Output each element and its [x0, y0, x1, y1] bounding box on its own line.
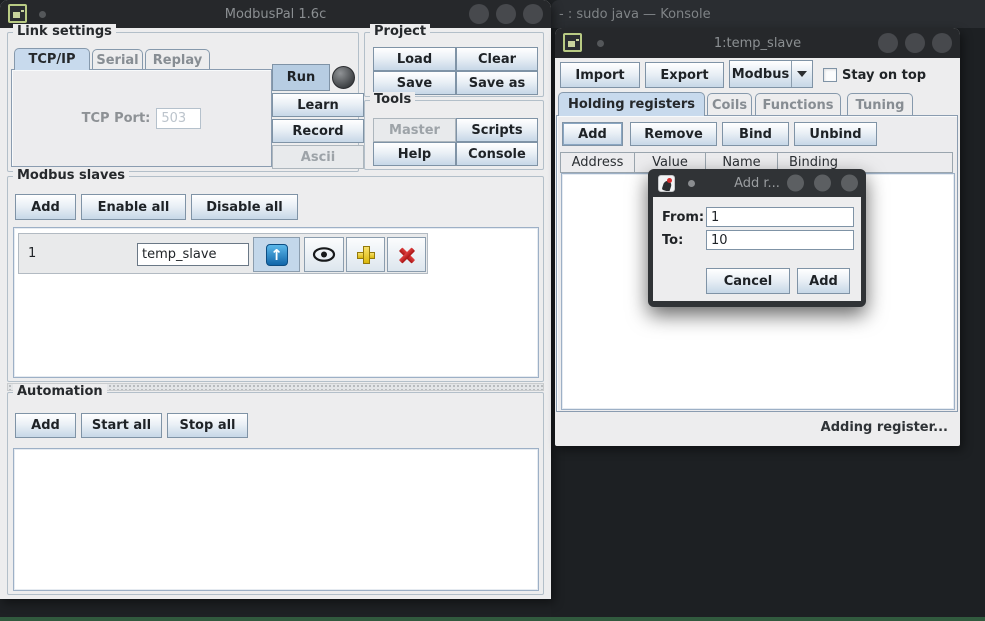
unbind-button[interactable]: Unbind [794, 122, 877, 146]
save-as-button[interactable]: Save as [456, 71, 538, 95]
automation-list [13, 448, 539, 591]
titlebar-dot-icon [39, 11, 46, 18]
col-address[interactable]: Address [560, 152, 635, 173]
konsole-title: - : sudo java — Konsole [559, 7, 711, 22]
maximize-button[interactable] [496, 4, 516, 24]
automation-group: Automation Add Start all Stop all [7, 392, 544, 595]
slave-window-title: 1:temp_slave [714, 36, 801, 51]
from-label: From: [662, 210, 704, 225]
dialog-minimize-button[interactable] [787, 175, 804, 192]
ascii-button: Ascii [272, 145, 364, 169]
to-label: To: [662, 233, 683, 248]
disable-all-button[interactable]: Disable all [191, 194, 298, 220]
modbus-mode-value: Modbus [730, 61, 791, 87]
from-field[interactable] [706, 207, 854, 227]
load-button[interactable]: Load [373, 47, 456, 71]
dropdown-arrow-icon [791, 61, 812, 87]
toggle-visibility-button[interactable] [304, 237, 344, 272]
konsole-titlebar[interactable]: - : sudo java — Konsole [551, 0, 985, 28]
stay-on-top-label: Stay on top [842, 68, 926, 83]
link-settings-title: Link settings [13, 24, 116, 40]
start-all-button[interactable]: Start all [81, 413, 162, 438]
add-register-dialog: Add r... From: To: Cancel Add [648, 169, 866, 307]
slave-close-button[interactable] [932, 33, 952, 53]
learn-button[interactable]: Learn [272, 93, 364, 117]
project-group: Project Load Clear Save Save as [364, 32, 544, 97]
stay-on-top-checkbox[interactable] [823, 68, 837, 82]
slave-window-icon[interactable] [563, 33, 582, 52]
minimize-button[interactable] [469, 4, 489, 24]
project-title: Project [370, 24, 430, 40]
slave-titlebar-dot-icon [597, 40, 604, 47]
show-registers-button[interactable]: ↑ [253, 237, 300, 272]
slave-list: 1 ↑ [13, 227, 539, 378]
app-window-icon[interactable] [8, 4, 27, 23]
modbuspal-window-title: ModbusPal 1.6c [225, 7, 326, 22]
tab-tuning[interactable]: Tuning [847, 93, 913, 116]
slave-name-field[interactable] [137, 243, 249, 266]
add-slave-button[interactable]: Add [15, 194, 76, 220]
desktop: - : sudo java — Konsole ModbusPal 1.6c L… [0, 0, 985, 621]
tab-serial[interactable]: Serial [92, 49, 143, 70]
modbus-mode-select[interactable]: Modbus [729, 60, 813, 88]
close-button[interactable] [523, 4, 543, 24]
dialog-maximize-button[interactable] [814, 175, 831, 192]
slave-titlebar[interactable]: 1:temp_slave [555, 28, 960, 58]
modbus-slaves-title: Modbus slaves [13, 168, 129, 184]
clear-button[interactable]: Clear [456, 47, 538, 71]
scripts-button[interactable]: Scripts [456, 118, 538, 142]
eye-icon [312, 247, 336, 262]
add-automation-button[interactable]: Add [15, 413, 76, 438]
tools-title: Tools [370, 92, 415, 108]
tcpip-panel: TCP Port: [11, 69, 272, 167]
link-settings-group: Link settings TCP/IP Serial Replay TCP P… [7, 32, 359, 172]
enable-all-button[interactable]: Enable all [81, 194, 186, 220]
run-status-led-icon [332, 66, 355, 89]
modbus-slaves-group: Modbus slaves Add Enable all Disable all… [7, 176, 544, 382]
tcp-port-label: TCP Port: [82, 111, 151, 126]
to-field[interactable] [706, 230, 854, 250]
tcp-port-field [156, 108, 201, 129]
duplicate-slave-button[interactable] [346, 237, 385, 272]
dialog-titlebar[interactable]: Add r... [648, 169, 866, 197]
tab-tcpip[interactable]: TCP/IP [14, 48, 90, 70]
delete-slave-button[interactable] [387, 237, 426, 272]
remove-register-button[interactable]: Remove [630, 122, 717, 146]
modbuspal-window: ModbusPal 1.6c Link settings TCP/IP Seri… [0, 0, 551, 599]
dialog-close-button[interactable] [841, 175, 858, 192]
slave-maximize-button[interactable] [905, 33, 925, 53]
dialog-body: From: To: Cancel Add [653, 197, 861, 301]
slave-minimize-button[interactable] [878, 33, 898, 53]
dialog-dot-icon [688, 180, 695, 187]
tab-holding-registers[interactable]: Holding registers [558, 92, 705, 116]
dialog-title: Add r... [734, 176, 780, 191]
up-arrow-icon: ↑ [266, 244, 288, 266]
slave-row: 1 ↑ [18, 233, 428, 274]
java-app-icon [658, 175, 675, 192]
export-button[interactable]: Export [645, 62, 724, 88]
stop-all-button[interactable]: Stop all [167, 413, 248, 438]
status-message: Adding register... [821, 420, 948, 435]
tab-functions[interactable]: Functions [755, 93, 841, 116]
plus-icon [357, 246, 375, 264]
tab-replay[interactable]: Replay [145, 49, 210, 70]
tools-group: Tools Master Scripts Help Console [364, 100, 544, 170]
slave-id: 1 [28, 246, 36, 261]
desktop-edge-highlight [0, 617, 985, 621]
add-register-button[interactable]: Add [562, 122, 623, 146]
tab-coils[interactable]: Coils [707, 93, 752, 116]
record-button[interactable]: Record [272, 119, 364, 143]
automation-title: Automation [13, 384, 107, 400]
delete-x-icon [397, 245, 417, 265]
help-button[interactable]: Help [373, 142, 456, 166]
console-button[interactable]: Console [456, 142, 538, 166]
bind-button[interactable]: Bind [722, 122, 789, 146]
master-button: Master [373, 118, 456, 142]
run-button[interactable]: Run [272, 64, 330, 91]
dialog-cancel-button[interactable]: Cancel [706, 268, 790, 294]
import-button[interactable]: Import [560, 62, 640, 88]
dialog-add-button[interactable]: Add [797, 268, 850, 294]
